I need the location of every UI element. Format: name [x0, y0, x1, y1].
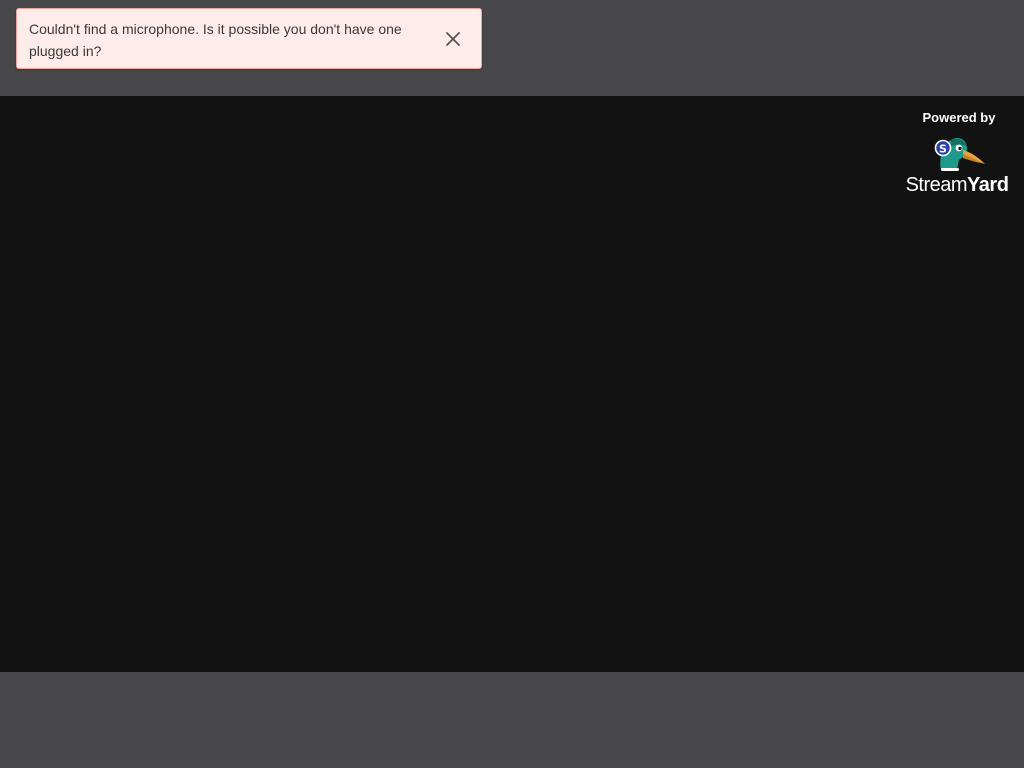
duck-logo-icon: S [934, 137, 985, 171]
powered-by-label: Powered by [922, 110, 996, 125]
close-icon [446, 32, 460, 46]
streamyard-wordmark: StreamYard [905, 174, 1009, 196]
toast-message: Couldn't find a microphone. Is it possib… [29, 21, 402, 59]
microphone-error-toast: Couldn't find a microphone. Is it possib… [16, 8, 482, 69]
powered-by-branding[interactable]: Powered by S StreamYard [902, 110, 1012, 196]
bottom-bar [0, 672, 1024, 768]
broadcast-stage [0, 96, 1024, 672]
close-toast-button[interactable] [442, 28, 464, 50]
svg-text:S: S [939, 143, 947, 156]
app-page: Couldn't find a microphone. Is it possib… [0, 0, 1024, 768]
